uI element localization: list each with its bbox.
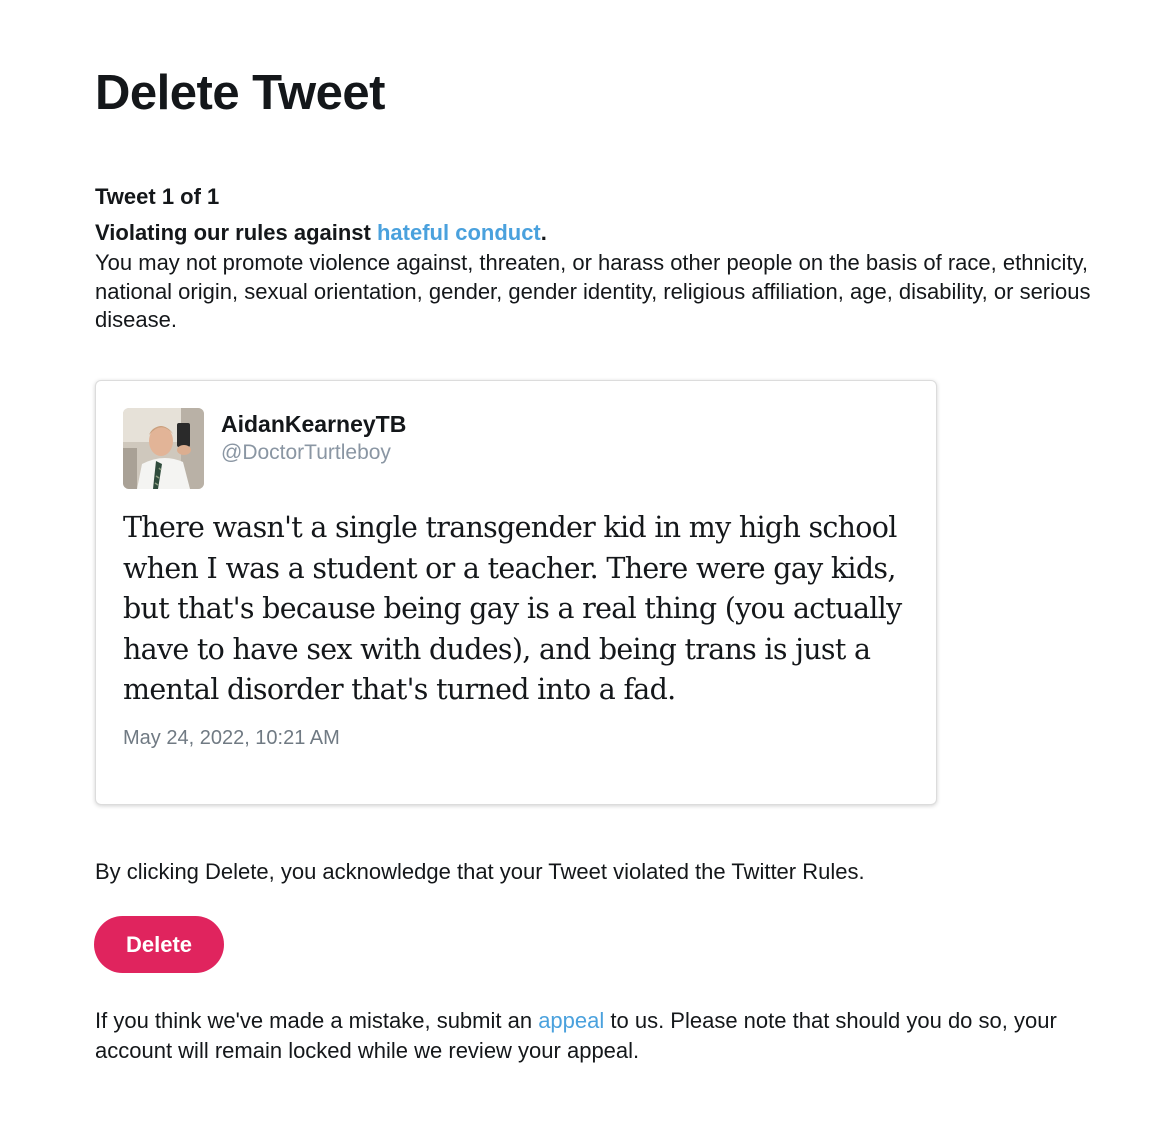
appeal-link[interactable]: appeal: [538, 1008, 604, 1033]
appeal-prefix: If you think we've made a mistake, submi…: [95, 1008, 539, 1033]
rule-description: You may not promote violence against, th…: [95, 250, 1091, 332]
acknowledgement-text: By clicking Delete, you acknowledge that…: [95, 859, 865, 884]
hateful-conduct-link[interactable]: hateful conduct: [377, 220, 541, 245]
violation-suffix: .: [540, 220, 547, 245]
avatar: [123, 408, 204, 489]
page-title: Delete Tweet: [95, 66, 385, 120]
violation-prefix: Violating our rules against: [95, 220, 377, 245]
tweet-text: There wasn't a single transgender kid in…: [123, 511, 902, 706]
tweet-card: AidanKearneyTB @DoctorTurtleboy There wa…: [95, 380, 937, 805]
violation-heading: Violating our rules against hateful cond…: [95, 218, 547, 247]
delete-button[interactable]: Delete: [94, 916, 224, 973]
tweet-count: Tweet 1 of 1: [95, 184, 220, 209]
appeal-text: If you think we've made a mistake, submi…: [95, 1006, 1115, 1066]
tweet-timestamp: May 24, 2022, 10:21 AM: [123, 727, 340, 749]
tweet-handle[interactable]: @DoctorTurtleboy: [221, 439, 391, 467]
tweet-display-name[interactable]: AidanKearneyTB: [221, 409, 406, 439]
user-selfie-photo-icon: [123, 408, 204, 489]
